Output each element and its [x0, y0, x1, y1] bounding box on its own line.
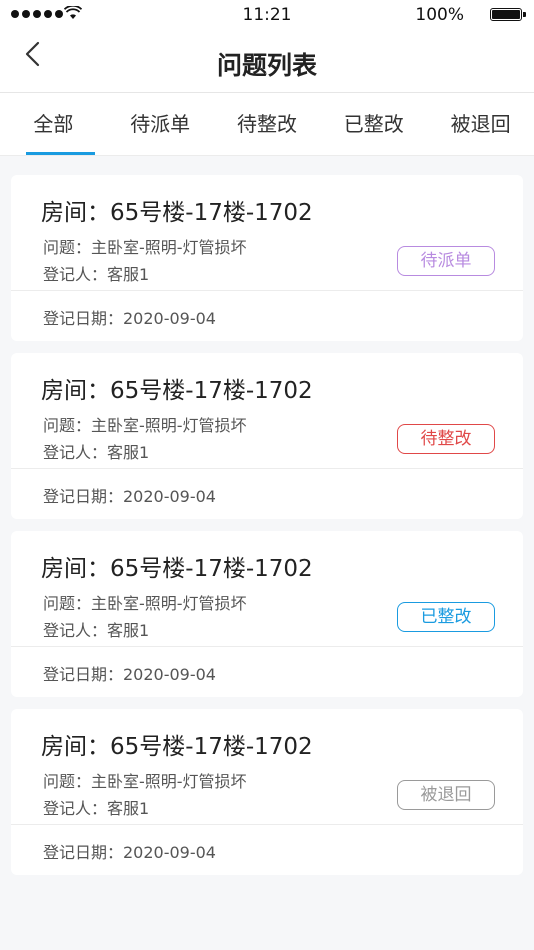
status-badge[interactable]: 待整改 — [397, 424, 495, 454]
issue-card[interactable]: 房间：65号楼-17楼-1702 问题：主卧室-照明-灯管损坏 登记人：客服1 … — [11, 531, 523, 697]
issue-card[interactable]: 房间：65号楼-17楼-1702 问题：主卧室-照明-灯管损坏 登记人：客服1 … — [11, 709, 523, 875]
issue-registrant: 登记人：客服1 — [43, 265, 150, 284]
battery-icon — [490, 8, 526, 21]
issue-date: 登记日期：2020-09-04 — [43, 665, 216, 684]
issue-card[interactable]: 房间：65号楼-17楼-1702 问题：主卧室-照明-灯管损坏 登记人：客服1 … — [11, 175, 523, 341]
status-badge[interactable]: 已整改 — [397, 602, 495, 632]
status-badge[interactable]: 被退回 — [397, 780, 495, 810]
issue-room: 房间：65号楼-17楼-1702 — [41, 200, 313, 226]
tab-all[interactable]: 全部 — [0, 93, 107, 155]
issue-date: 登记日期：2020-09-04 — [43, 487, 216, 506]
issue-date: 登记日期：2020-09-04 — [43, 309, 216, 328]
issue-room: 房间：65号楼-17楼-1702 — [41, 378, 313, 404]
status-badge[interactable]: 待派单 — [397, 246, 495, 276]
card-divider — [11, 646, 523, 647]
tab-bar: 全部 待派单 待整改 已整改 被退回 — [0, 93, 534, 156]
issue-registrant: 登记人：客服1 — [43, 799, 150, 818]
issue-problem: 问题：主卧室-照明-灯管损坏 — [43, 772, 247, 791]
tab-fixed[interactable]: 已整改 — [320, 93, 427, 155]
issue-problem: 问题：主卧室-照明-灯管损坏 — [43, 594, 247, 613]
issue-room: 房间：65号楼-17楼-1702 — [41, 556, 313, 582]
issue-date: 登记日期：2020-09-04 — [43, 843, 216, 862]
status-bar: 11:21 100% — [0, 0, 534, 30]
issue-registrant: 登记人：客服1 — [43, 443, 150, 462]
battery-percent: 100% — [415, 5, 464, 25]
tab-pending-fix[interactable]: 待整改 — [214, 93, 321, 155]
card-divider — [11, 290, 523, 291]
card-divider — [11, 468, 523, 469]
issue-list: 房间：65号楼-17楼-1702 问题：主卧室-照明-灯管损坏 登记人：客服1 … — [11, 175, 523, 887]
issue-registrant: 登记人：客服1 — [43, 621, 150, 640]
tab-pending-dispatch[interactable]: 待派单 — [107, 93, 214, 155]
issue-problem: 问题：主卧室-照明-灯管损坏 — [43, 238, 247, 257]
tab-returned[interactable]: 被退回 — [427, 93, 534, 155]
issue-problem: 问题：主卧室-照明-灯管损坏 — [43, 416, 247, 435]
issue-card[interactable]: 房间：65号楼-17楼-1702 问题：主卧室-照明-灯管损坏 登记人：客服1 … — [11, 353, 523, 519]
issue-room: 房间：65号楼-17楼-1702 — [41, 734, 313, 760]
page-title: 问题列表 — [216, 51, 317, 80]
nav-bar: 问题列表 — [0, 30, 534, 93]
card-divider — [11, 824, 523, 825]
